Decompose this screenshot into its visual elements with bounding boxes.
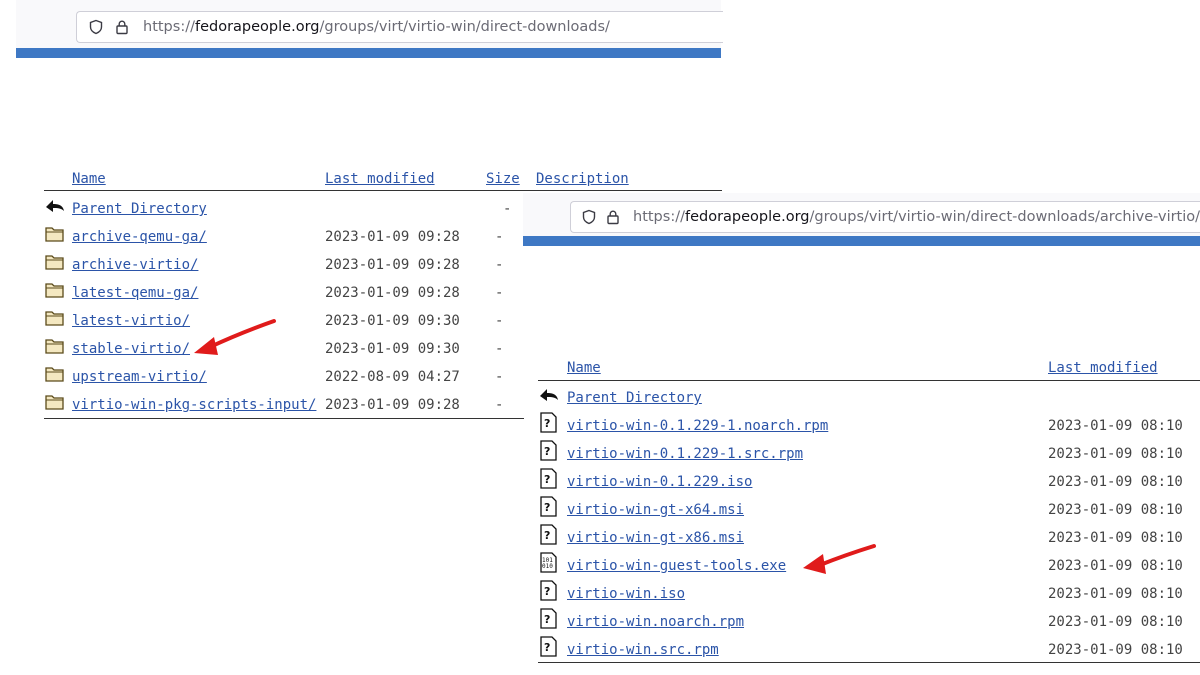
- folder-link[interactable]: stable-virtio/: [72, 341, 190, 357]
- file-link[interactable]: virtio-win-0.1.229-1.noarch.rpm: [567, 418, 828, 434]
- sort-by-name-link[interactable]: Name: [72, 171, 106, 187]
- sort-by-name-link[interactable]: Name: [567, 360, 601, 376]
- folder-icon: [45, 339, 64, 354]
- unknown-file-icon: ?: [540, 608, 557, 629]
- last-modified-cell: 2023-01-09 09:30: [325, 313, 460, 329]
- red-arrow-icon: [803, 544, 876, 574]
- folder-link[interactable]: latest-virtio/: [72, 313, 190, 329]
- last-modified-cell: 2023-01-09 08:10: [1048, 586, 1183, 602]
- last-modified-cell: 2023-01-09 09:28: [325, 397, 460, 413]
- footer-rule: [538, 662, 1200, 663]
- header-rule: [538, 380, 1200, 381]
- file-link[interactable]: virtio-win.src.rpm: [567, 642, 719, 658]
- size-cell: -: [503, 201, 512, 217]
- svg-text:?: ?: [544, 529, 550, 542]
- last-modified-cell: 2022-08-09 04:27: [325, 369, 460, 385]
- last-modified-cell: 2023-01-09 09:28: [325, 229, 460, 245]
- folder-icon: [45, 395, 64, 410]
- last-modified-cell: 2023-01-09 08:10: [1048, 614, 1183, 630]
- last-modified-cell: 2023-01-09 08:10: [1048, 530, 1183, 546]
- svg-text:?: ?: [544, 473, 550, 486]
- binary-file-icon: 101010: [540, 552, 557, 573]
- svg-text:?: ?: [544, 641, 550, 654]
- svg-text:?: ?: [544, 585, 550, 598]
- size-cell: -: [495, 229, 504, 245]
- sort-by-last-modified-link[interactable]: Last modified: [1048, 360, 1158, 376]
- size-cell: -: [495, 257, 504, 273]
- size-cell: -: [495, 313, 504, 329]
- unknown-file-icon: ?: [540, 496, 557, 517]
- unknown-file-icon: ?: [540, 440, 557, 461]
- folder-icon: [45, 367, 64, 382]
- unknown-file-icon: ?: [540, 636, 557, 657]
- parent-directory-link[interactable]: Parent Directory: [72, 201, 207, 217]
- last-modified-cell: 2023-01-09 08:10: [1048, 474, 1183, 490]
- red-arrow-icon: [194, 319, 276, 355]
- folder-link[interactable]: archive-qemu-ga/: [72, 229, 207, 245]
- svg-text:?: ?: [544, 417, 550, 430]
- file-link[interactable]: virtio-win-gt-x64.msi: [567, 502, 744, 518]
- folder-link[interactable]: upstream-virtio/: [72, 369, 207, 385]
- unknown-file-icon: ?: [540, 580, 557, 601]
- last-modified-cell: 2023-01-09 09:28: [325, 285, 460, 301]
- file-link[interactable]: virtio-win-0.1.229-1.src.rpm: [567, 446, 803, 462]
- parent-directory-link[interactable]: Parent Directory: [567, 390, 702, 406]
- last-modified-cell: 2023-01-09 08:10: [1048, 418, 1183, 434]
- last-modified-cell: 2023-01-09 08:10: [1048, 446, 1183, 462]
- unknown-file-icon: ?: [540, 412, 557, 433]
- size-cell: -: [495, 397, 504, 413]
- svg-text:?: ?: [544, 501, 550, 514]
- unknown-file-icon: ?: [540, 524, 557, 545]
- folder-link[interactable]: latest-qemu-ga/: [72, 285, 198, 301]
- last-modified-cell: 2023-01-09 08:10: [1048, 558, 1183, 574]
- back-arrow-icon: [46, 200, 64, 212]
- file-link[interactable]: virtio-win.iso: [567, 586, 685, 602]
- file-link[interactable]: virtio-win-0.1.229.iso: [567, 474, 752, 490]
- folder-icon: [45, 283, 64, 298]
- file-link[interactable]: virtio-win-gt-x86.msi: [567, 530, 744, 546]
- last-modified-cell: 2023-01-09 08:10: [1048, 642, 1183, 658]
- footer-rule: [44, 418, 524, 419]
- folder-icon: [45, 227, 64, 242]
- svg-text:010: 010: [542, 563, 553, 570]
- file-link[interactable]: virtio-win-guest-tools.exe: [567, 558, 786, 574]
- folder-link[interactable]: archive-virtio/: [72, 257, 198, 273]
- last-modified-cell: 2023-01-09 08:10: [1048, 502, 1183, 518]
- last-modified-cell: 2023-01-09 09:28: [325, 257, 460, 273]
- folder-icon: [45, 255, 64, 270]
- sort-by-last-modified-link[interactable]: Last modified: [325, 171, 435, 187]
- folder-link[interactable]: virtio-win-pkg-scripts-input/: [72, 397, 316, 413]
- svg-text:?: ?: [544, 445, 550, 458]
- size-cell: -: [495, 285, 504, 301]
- sort-by-size-link[interactable]: Size: [486, 171, 520, 187]
- back-arrow-icon: [540, 389, 558, 401]
- folder-icon: [45, 311, 64, 326]
- svg-text:?: ?: [544, 613, 550, 626]
- unknown-file-icon: ?: [540, 468, 557, 489]
- file-link[interactable]: virtio-win.noarch.rpm: [567, 614, 744, 630]
- last-modified-cell: 2023-01-09 09:30: [325, 341, 460, 357]
- size-cell: -: [495, 341, 504, 357]
- size-cell: -: [495, 369, 504, 385]
